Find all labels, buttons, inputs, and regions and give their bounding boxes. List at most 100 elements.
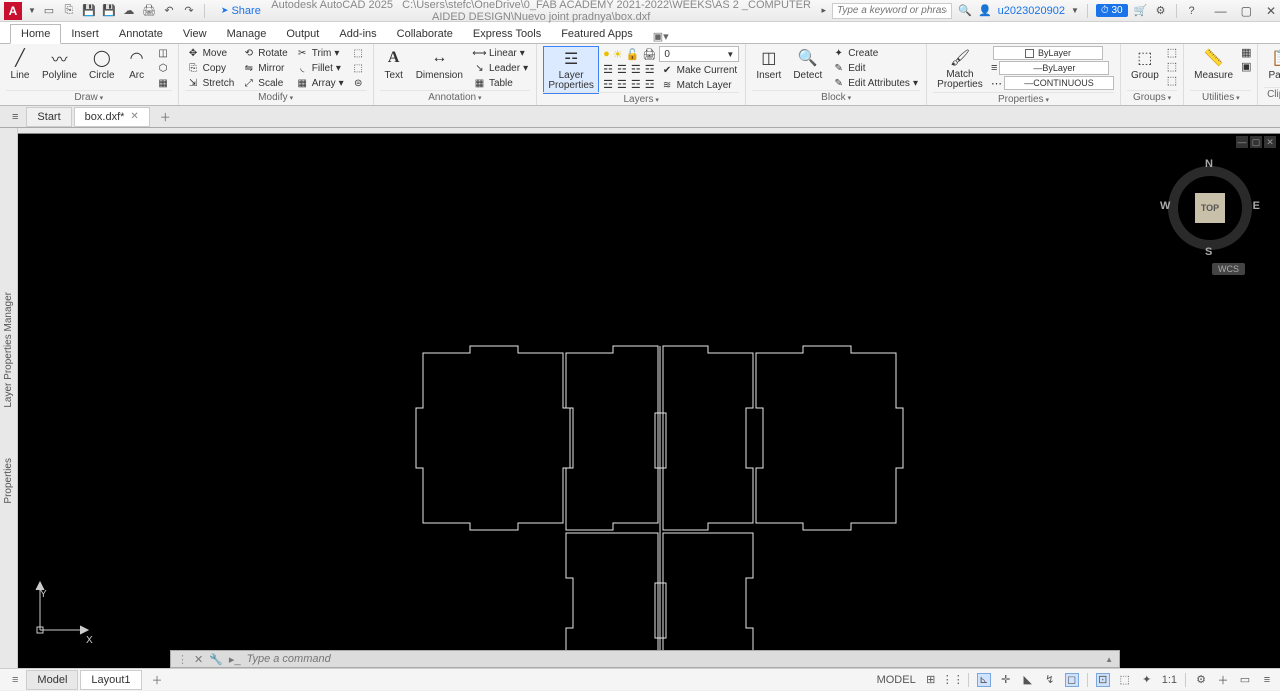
- tab-collaborate[interactable]: Collaborate: [387, 25, 463, 43]
- layer-t2[interactable]: ☲: [617, 63, 627, 77]
- tab-addins[interactable]: Add-ins: [329, 25, 386, 43]
- apps-icon[interactable]: ⚙: [1154, 4, 1168, 18]
- iso-icon[interactable]: ◣: [1021, 673, 1035, 687]
- filetab-add-button[interactable]: ＋: [152, 106, 179, 128]
- user-icon[interactable]: 👤: [978, 4, 992, 17]
- otrack-icon[interactable]: ◻: [1065, 673, 1079, 687]
- osnap-icon[interactable]: ↯: [1043, 673, 1057, 687]
- grp-extra2[interactable]: ⬚: [1167, 60, 1177, 73]
- filetab-close-icon[interactable]: ✕: [130, 111, 138, 122]
- panel-title-annotation[interactable]: Annotation: [380, 90, 530, 103]
- layer-t1[interactable]: ☲: [603, 63, 613, 77]
- app-logo[interactable]: A: [4, 2, 22, 20]
- scale-button[interactable]: ⤢Scale: [240, 76, 289, 90]
- grp-extra1[interactable]: ⬚: [1167, 46, 1177, 59]
- layout-add-button[interactable]: ＋: [144, 669, 171, 691]
- stretch-button[interactable]: ⇲Stretch: [185, 76, 237, 90]
- paste-button[interactable]: 📋Paste: [1264, 46, 1280, 83]
- panel-title-layers[interactable]: Layers: [543, 92, 739, 105]
- line-button[interactable]: ╱Line: [6, 46, 34, 83]
- command-input[interactable]: [247, 653, 1100, 665]
- filetab-start[interactable]: Start: [26, 107, 71, 127]
- measure-button[interactable]: 📏Measure: [1190, 46, 1237, 83]
- text-button[interactable]: AText: [380, 46, 408, 83]
- table-button[interactable]: ▦Table: [471, 76, 530, 90]
- saveas-icon[interactable]: 💾: [102, 4, 116, 18]
- draw-extra1[interactable]: ◫: [155, 46, 172, 60]
- user-label[interactable]: u2023020902: [998, 5, 1065, 17]
- filetabs-menu-icon[interactable]: ≡: [6, 111, 24, 123]
- trim-button[interactable]: ✂Trim ▾: [294, 46, 346, 60]
- hb-icon[interactable]: ≡: [1260, 673, 1274, 687]
- grp-extra3[interactable]: ⬚: [1167, 74, 1177, 87]
- redo-icon[interactable]: ↷: [182, 4, 196, 18]
- tab-overflow-icon[interactable]: ▣▾: [653, 30, 669, 43]
- search-input[interactable]: [832, 3, 952, 19]
- draw-extra2[interactable]: ⬡: [155, 61, 172, 75]
- leader-button[interactable]: ↘Leader ▾: [471, 61, 530, 75]
- linetype-icon[interactable]: ⋯: [991, 77, 1002, 90]
- tab-featuredapps[interactable]: Featured Apps: [551, 25, 643, 43]
- color-dropdown[interactable]: ByLayer: [993, 46, 1103, 60]
- lwt-icon[interactable]: ⊡: [1096, 673, 1110, 687]
- tab-insert[interactable]: Insert: [61, 25, 109, 43]
- panel-title-modify[interactable]: Modify: [185, 90, 367, 103]
- util-extra2[interactable]: ▣: [1241, 60, 1251, 73]
- save-icon[interactable]: 💾: [82, 4, 96, 18]
- mirror-button[interactable]: ⇋Mirror: [240, 61, 289, 75]
- draw-extra3[interactable]: ▦: [155, 76, 172, 90]
- tab-expresstools[interactable]: Express Tools: [463, 25, 551, 43]
- search-go-icon[interactable]: 🔍: [958, 4, 972, 18]
- lineweight-icon[interactable]: ≡: [991, 62, 997, 74]
- polar-icon[interactable]: ✛: [999, 673, 1013, 687]
- panel-title-draw[interactable]: Draw: [6, 90, 172, 103]
- side-lpm-label[interactable]: Layer Properties Manager: [3, 282, 14, 418]
- panel-title-clipboard[interactable]: Clipboard: [1264, 87, 1280, 111]
- title-chevron-icon[interactable]: ▸: [821, 5, 826, 16]
- panel-title-groups[interactable]: Groups: [1127, 90, 1177, 103]
- user-dd-icon[interactable]: ▼: [1071, 6, 1079, 15]
- plus-icon[interactable]: ＋: [1216, 673, 1230, 687]
- scale-label[interactable]: 1:1: [1162, 674, 1177, 686]
- modify-extra2[interactable]: ⬚: [350, 61, 367, 75]
- lineweight-dropdown[interactable]: — ByLayer: [999, 61, 1109, 75]
- tab-output[interactable]: Output: [276, 25, 329, 43]
- status-mode-label[interactable]: MODEL: [877, 674, 916, 686]
- layer-dropdown[interactable]: 0▼: [659, 46, 739, 62]
- fillet-button[interactable]: ◟Fillet ▾: [294, 61, 346, 75]
- tab-manage[interactable]: Manage: [217, 25, 277, 43]
- layer-properties-button[interactable]: ☲Layer Properties: [543, 46, 599, 94]
- edit-attr-button[interactable]: ✎Edit Attributes ▾: [830, 76, 920, 90]
- cmd-close-icon[interactable]: ✕: [194, 653, 203, 666]
- util-extra1[interactable]: ▦: [1241, 46, 1251, 59]
- cmd-expand-icon[interactable]: ▲: [1105, 655, 1113, 664]
- grid-icon[interactable]: ⊞: [924, 673, 938, 687]
- polyline-button[interactable]: 〰Polyline: [38, 46, 81, 83]
- rotate-button[interactable]: ⟲Rotate: [240, 46, 289, 60]
- copy-button[interactable]: ⎘Copy: [185, 61, 237, 75]
- cart-icon[interactable]: 🛒: [1134, 4, 1148, 18]
- match-layer-button[interactable]: ≋Match Layer: [659, 78, 734, 92]
- new-icon[interactable]: ▭: [42, 4, 56, 18]
- drawing-canvas[interactable]: — ▢ ✕ TOP N S E W WCS: [18, 128, 1280, 668]
- side-props-label[interactable]: Properties: [3, 448, 14, 514]
- status-menu-icon[interactable]: ≡: [6, 674, 24, 686]
- edit-block-button[interactable]: ✎Edit: [830, 61, 920, 75]
- tab-home[interactable]: Home: [10, 24, 61, 44]
- panel-title-block[interactable]: Block: [752, 90, 920, 103]
- qk-icon[interactable]: ✦: [1140, 673, 1154, 687]
- tr-icon[interactable]: ⬚: [1118, 673, 1132, 687]
- undo-icon[interactable]: ↶: [162, 4, 176, 18]
- layer-t4[interactable]: ☲: [645, 63, 655, 77]
- ui-icon[interactable]: ▭: [1238, 673, 1252, 687]
- move-button[interactable]: ✥Move: [185, 46, 237, 60]
- linetype-dropdown[interactable]: — CONTINUOUS: [1004, 76, 1114, 90]
- insert-button[interactable]: ◫Insert: [752, 46, 785, 83]
- lock-icon[interactable]: 🔓: [626, 48, 640, 61]
- cmd-wrench-icon[interactable]: 🔧: [209, 653, 223, 666]
- linear-button[interactable]: ⟷Linear ▾: [471, 46, 530, 60]
- modify-extra1[interactable]: ⬚: [350, 46, 367, 60]
- cloud-icon[interactable]: ☁: [122, 4, 136, 18]
- create-block-button[interactable]: ✦Create: [830, 46, 920, 60]
- layer-b2[interactable]: ☲: [617, 78, 627, 92]
